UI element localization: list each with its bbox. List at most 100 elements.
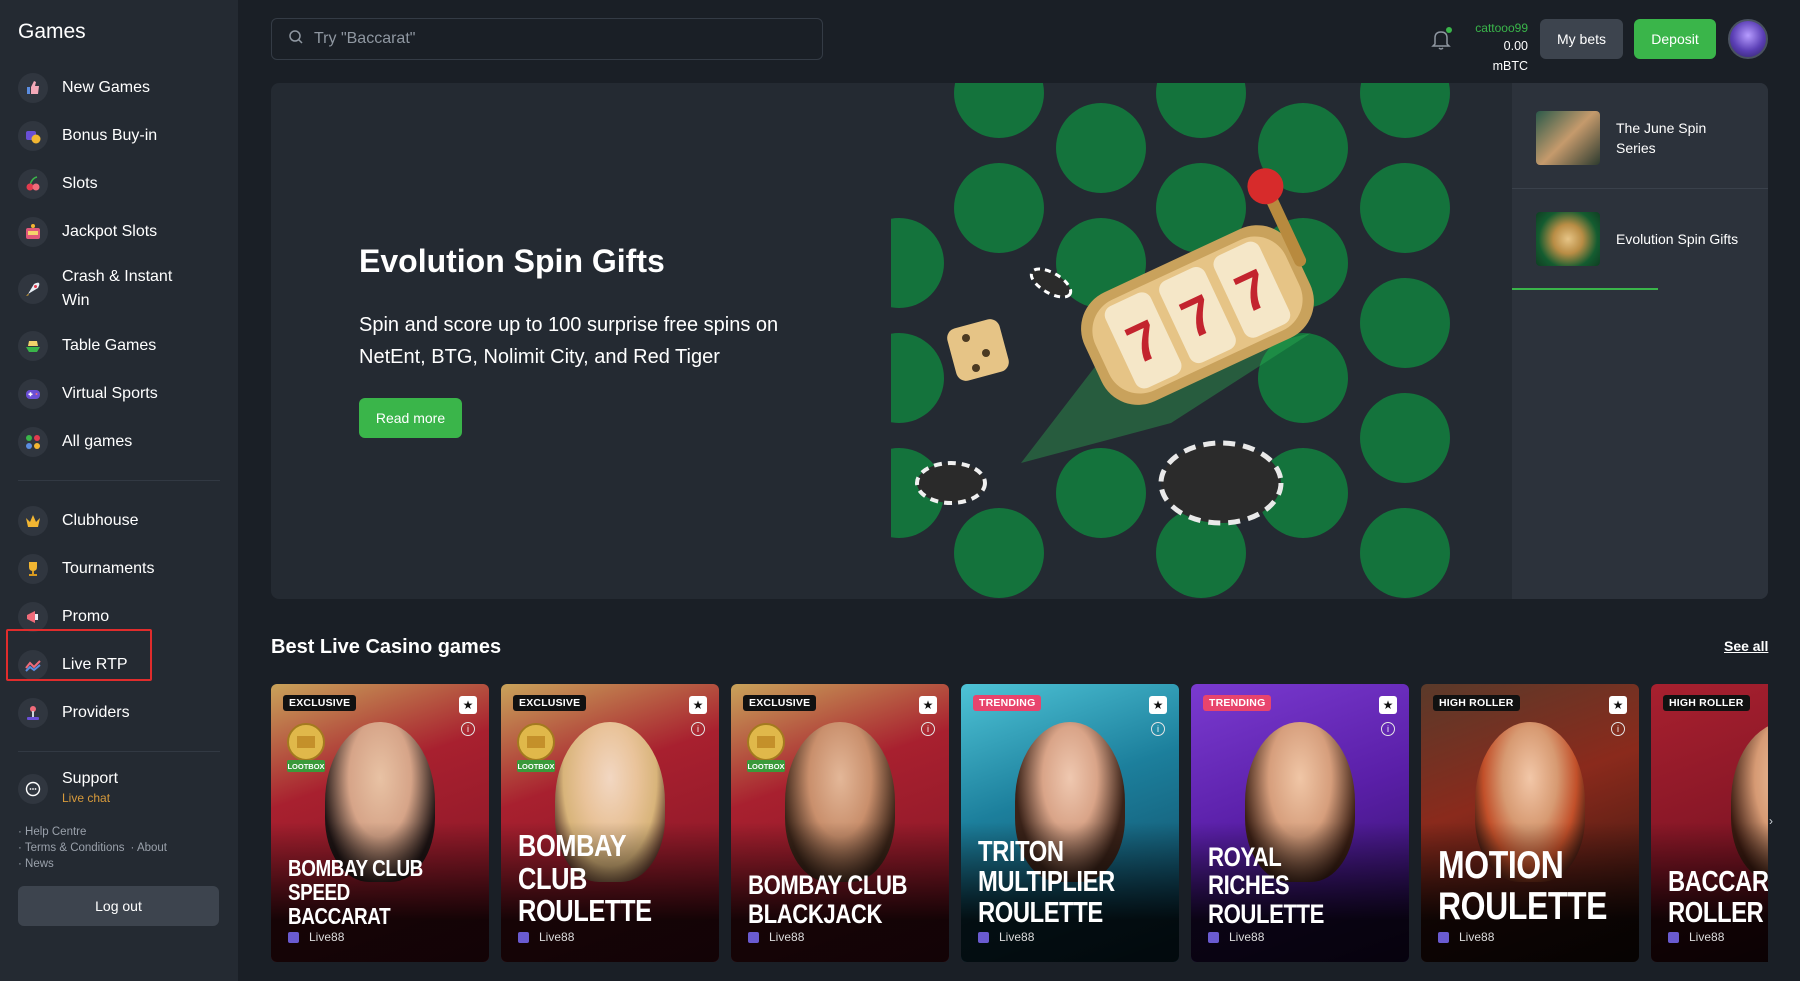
game-name: Bombay Club Roulette: [518, 828, 652, 929]
terms-link[interactable]: Terms & Conditions: [25, 842, 125, 854]
provider-icon: [748, 931, 759, 943]
sidebar-item-live-rtp[interactable]: Live RTP: [18, 641, 220, 689]
sidebar-item-virtual-sports[interactable]: Virtual Sports: [18, 370, 220, 418]
sidebar-item-jackpot-slots[interactable]: Jackpot Slots: [18, 208, 220, 256]
sidebar-item-label: Virtual Sports: [62, 385, 158, 402]
sidebar-divider: [18, 751, 220, 752]
sidebar-item-new-games[interactable]: New Games: [18, 64, 220, 112]
see-all-link[interactable]: See all: [1724, 638, 1768, 654]
favorite-star-icon[interactable]: ★: [1149, 696, 1167, 714]
support-link[interactable]: Support Live chat: [18, 768, 220, 806]
megaphone-icon: [18, 602, 48, 632]
sidebar-item-label: Jackpot Slots: [62, 223, 158, 240]
sidebar-item-providers[interactable]: Providers: [18, 689, 220, 737]
sidebar-item-label: All games: [62, 433, 133, 450]
user-info[interactable]: cattooo99 0.00 mBTC: [1466, 20, 1528, 76]
game-name: Bombay Club Blackjack: [748, 870, 908, 929]
sidebar-item-label: Promo: [62, 608, 110, 625]
grid-icon: [18, 427, 48, 457]
sidebar-item-table-games[interactable]: Table Games: [18, 322, 220, 370]
sidebar: Games New Games Bonus Buy-in Slots Jackp…: [0, 0, 238, 981]
game-card[interactable]: HIGH ROLLER Baccarat Roller 1 Live88: [1651, 684, 1768, 962]
info-icon[interactable]: i: [1611, 722, 1625, 736]
sidebar-item-all-games[interactable]: All games: [18, 418, 220, 466]
sidebar-item-label: Live RTP: [62, 656, 128, 673]
game-card[interactable]: EXCLUSIVE ★ i LOOTBOX Bombay Club Speed …: [271, 684, 489, 962]
favorite-star-icon[interactable]: ★: [689, 696, 707, 714]
thumbs-up-icon: [18, 73, 48, 103]
gamepad-icon: [18, 379, 48, 409]
read-more-button[interactable]: Read more: [359, 398, 462, 438]
help-centre-link[interactable]: Help Centre: [25, 826, 86, 838]
lootbox-icon: LOOTBOX: [747, 723, 785, 772]
svg-text:LOOTBOX: LOOTBOX: [287, 762, 324, 771]
avatar[interactable]: [1728, 19, 1768, 59]
info-icon[interactable]: i: [921, 722, 935, 736]
cherry-icon: [18, 169, 48, 199]
badge: EXCLUSIVE: [513, 695, 587, 711]
favorite-star-icon[interactable]: ★: [1609, 696, 1627, 714]
game-card[interactable]: TRENDING ★ i Royal Riches Roulette Live8…: [1191, 684, 1409, 962]
search-input[interactable]: [314, 30, 794, 48]
game-name: Triton Multiplier Roulette: [978, 835, 1115, 929]
rocket-icon: [18, 274, 48, 304]
sidebar-item-label: Slots: [62, 175, 98, 192]
sidebar-item-slots[interactable]: Slots: [18, 160, 220, 208]
provider-name: Live88: [999, 930, 1035, 944]
badge: TRENDING: [973, 695, 1042, 711]
info-icon[interactable]: i: [461, 722, 475, 736]
lootbox-icon: LOOTBOX: [517, 723, 555, 772]
sidebar-item-label: Table Games: [62, 337, 157, 354]
support-label: Support: [62, 770, 119, 787]
provider-name: Live88: [309, 930, 345, 944]
game-card[interactable]: EXCLUSIVE ★ i LOOTBOX Bombay Club Roulet…: [501, 684, 719, 962]
badge: TRENDING: [1203, 695, 1272, 711]
sidebar-item-crash-instant-win[interactable]: Crash & Instant Win: [18, 256, 220, 322]
provider-name: Live88: [539, 930, 575, 944]
game-name: Royal Riches Roulette: [1208, 841, 1325, 929]
search-icon: [288, 29, 304, 50]
hero-side-item[interactable]: The June Spin Series: [1512, 88, 1768, 188]
favorite-star-icon[interactable]: ★: [919, 696, 937, 714]
provider-icon: [978, 931, 989, 943]
game-card[interactable]: TRENDING ★ i Triton Multiplier Roulette …: [961, 684, 1179, 962]
game-name: Bombay Club Speed Baccarat: [288, 854, 423, 929]
trophy-icon: [18, 554, 48, 584]
chevron-right-icon[interactable]: ›: [1762, 812, 1780, 830]
sidebar-item-label: Crash & Instant Win: [62, 268, 173, 309]
poker-table-icon: [18, 331, 48, 361]
my-bets-button[interactable]: My bets: [1540, 19, 1623, 59]
live-chat-link[interactable]: Live chat: [62, 790, 118, 806]
about-link[interactable]: About: [137, 842, 167, 854]
deposit-button[interactable]: Deposit: [1634, 19, 1716, 59]
info-icon[interactable]: i: [691, 722, 705, 736]
favorite-star-icon[interactable]: ★: [459, 696, 477, 714]
game-card[interactable]: EXCLUSIVE ★ i LOOTBOX Bombay Club Blackj…: [731, 684, 949, 962]
balance: 0.00 mBTC: [1492, 39, 1528, 73]
game-name: Baccarat Roller 1: [1668, 866, 1768, 929]
badge: EXCLUSIVE: [283, 695, 357, 711]
sidebar-item-bonus-buy-in[interactable]: Bonus Buy-in: [18, 112, 220, 160]
chat-bubble-icon: [18, 774, 48, 804]
logout-button[interactable]: Log out: [18, 886, 219, 926]
favorite-star-icon[interactable]: ★: [1379, 696, 1397, 714]
provider-name: Live88: [769, 930, 805, 944]
badge: HIGH ROLLER: [1433, 695, 1520, 711]
provider-name: Live88: [1459, 930, 1495, 944]
info-icon[interactable]: i: [1381, 722, 1395, 736]
sidebar-title: Games: [18, 20, 86, 43]
search-bar[interactable]: [271, 18, 823, 60]
sidebar-item-tournaments[interactable]: Tournaments: [18, 545, 220, 593]
news-link[interactable]: News: [25, 858, 54, 870]
sidebar-item-clubhouse[interactable]: Clubhouse: [18, 497, 220, 545]
svg-text:LOOTBOX: LOOTBOX: [517, 762, 554, 771]
game-card[interactable]: HIGH ROLLER ★ i Motion Roulette Live88: [1421, 684, 1639, 962]
sidebar-item-label: Clubhouse: [62, 512, 139, 529]
info-icon[interactable]: i: [1151, 722, 1165, 736]
provider-icon: [1438, 931, 1449, 943]
sidebar-item-promo[interactable]: Promo: [18, 593, 220, 641]
sidebar-item-label: Bonus Buy-in: [62, 127, 158, 144]
hero-side-item-active[interactable]: Evolution Spin Gifts: [1512, 189, 1768, 289]
provider-icon: [1668, 931, 1679, 943]
crown-icon: [18, 506, 48, 536]
